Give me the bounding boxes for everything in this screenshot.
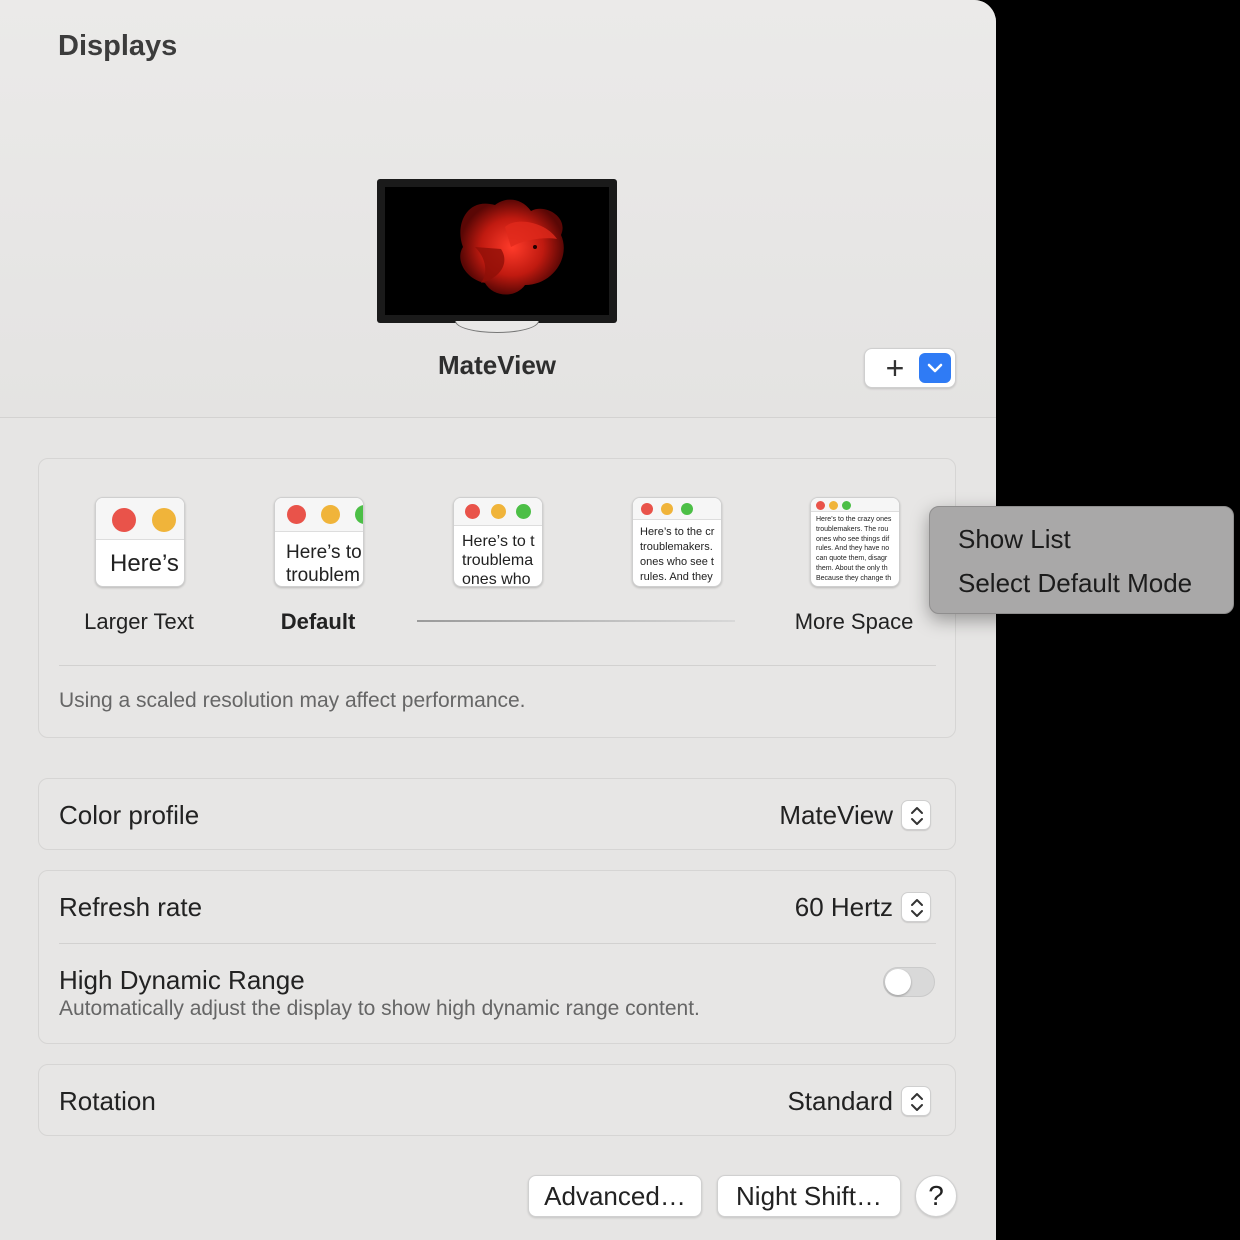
thumb-titlebar bbox=[275, 498, 363, 532]
resolution-option-more-space[interactable]: Here’s to the crazy ones troublemakers. … bbox=[810, 497, 900, 587]
thumb-sample-text: Here’s to the cr troublemakers. ones who… bbox=[640, 526, 715, 583]
thumb-titlebar bbox=[454, 498, 542, 526]
minimize-dot-icon bbox=[661, 503, 673, 515]
zoom-dot-icon bbox=[516, 504, 531, 519]
thumb-sample-text: Here’s bbox=[110, 550, 179, 577]
resolution-option-4[interactable]: Here’s to the cr troublemakers. ones who… bbox=[632, 497, 722, 587]
wallpaper-preview bbox=[385, 187, 609, 315]
zoom-dot-icon bbox=[681, 503, 693, 515]
thumb-sample-text: Here’s to the crazy ones troublemakers. … bbox=[816, 516, 892, 582]
help-button[interactable]: ? bbox=[915, 1175, 957, 1217]
refresh-rate-value[interactable]: 60 Hertz bbox=[795, 892, 893, 923]
close-dot-icon bbox=[641, 503, 653, 515]
zoom-dot-icon bbox=[842, 501, 851, 510]
hdr-label: High Dynamic Range bbox=[59, 965, 305, 995]
display-thumbnail[interactable] bbox=[377, 179, 617, 323]
resolution-performance-note: Using a scaled resolution may affect per… bbox=[59, 689, 526, 712]
refresh-rate-popup-button[interactable] bbox=[901, 892, 931, 922]
advanced-button[interactable]: Advanced… bbox=[528, 1175, 702, 1217]
minimize-dot-icon bbox=[152, 508, 176, 532]
divider bbox=[59, 943, 936, 944]
thumb-sample-text: Here’s to troublem bbox=[286, 542, 362, 586]
add-display-control: + bbox=[864, 348, 956, 388]
minimize-dot-icon bbox=[829, 501, 838, 510]
thumb-titlebar bbox=[633, 498, 721, 520]
color-profile-label: Color profile bbox=[59, 800, 200, 830]
rotation-value[interactable]: Standard bbox=[787, 1086, 893, 1117]
chevron-down-icon bbox=[927, 363, 943, 373]
rotation-row: Rotation Standard bbox=[38, 1064, 956, 1136]
menu-item-show-list[interactable]: Show List bbox=[958, 524, 1071, 555]
up-down-chevron-icon bbox=[911, 1093, 923, 1111]
resolution-label-more-space: More Space bbox=[794, 609, 914, 634]
monitor-stand bbox=[455, 321, 539, 333]
resolution-option-3[interactable]: Here’s to t troublema ones who bbox=[453, 497, 543, 587]
up-down-chevron-icon bbox=[911, 899, 923, 917]
rotation-label: Rotation bbox=[59, 1086, 156, 1116]
color-profile-value[interactable]: MateView bbox=[779, 800, 893, 831]
display-name-label: MateView bbox=[437, 350, 556, 380]
color-profile-popup-button[interactable] bbox=[901, 800, 931, 830]
up-down-chevron-icon bbox=[911, 807, 923, 825]
resolution-card: Here’s Here’s to troublem Here’s to t tr… bbox=[38, 458, 956, 738]
toggle-knob bbox=[885, 969, 911, 995]
zoom-dot-icon bbox=[355, 505, 363, 524]
night-shift-button[interactable]: Night Shift… bbox=[717, 1175, 901, 1217]
resolution-label-default: Default bbox=[280, 609, 356, 634]
betta-fish-image bbox=[460, 199, 564, 295]
thumb-sample-text: Here’s to t troublema ones who bbox=[462, 533, 535, 587]
rotation-popup-button[interactable] bbox=[901, 1086, 931, 1116]
close-dot-icon bbox=[287, 505, 306, 524]
page-title: Displays bbox=[58, 30, 178, 62]
displays-window: Displays MateView + Here’s Here’s to tro… bbox=[0, 0, 996, 1240]
display-header: Displays MateView + bbox=[0, 0, 996, 418]
hdr-description: Automatically adjust the display to show… bbox=[59, 997, 700, 1020]
resolution-label-larger-text: Larger Text bbox=[84, 609, 194, 634]
refresh-rate-label: Refresh rate bbox=[59, 892, 203, 922]
divider bbox=[59, 665, 936, 666]
hdr-toggle[interactable] bbox=[883, 967, 935, 997]
color-profile-row: Color profile MateView bbox=[38, 778, 956, 850]
close-dot-icon bbox=[816, 501, 825, 510]
add-display-button[interactable]: + bbox=[879, 352, 911, 384]
menu-item-select-default-mode[interactable]: Select Default Mode bbox=[958, 568, 1192, 599]
close-dot-icon bbox=[465, 504, 480, 519]
add-display-menu-button[interactable] bbox=[919, 353, 951, 383]
close-dot-icon bbox=[112, 508, 136, 532]
refresh-hdr-card: Refresh rate 60 Hertz High Dynamic Range… bbox=[38, 870, 956, 1044]
thumb-titlebar bbox=[96, 498, 184, 540]
add-display-dropdown-menu: Show List Select Default Mode bbox=[929, 506, 1234, 614]
minimize-dot-icon bbox=[321, 505, 340, 524]
minimize-dot-icon bbox=[491, 504, 506, 519]
resolution-option-default[interactable]: Here’s to troublem bbox=[274, 497, 364, 587]
thumb-titlebar bbox=[811, 498, 899, 512]
resolution-option-larger-text[interactable]: Here’s bbox=[95, 497, 185, 587]
resolution-slider-track bbox=[417, 620, 735, 622]
